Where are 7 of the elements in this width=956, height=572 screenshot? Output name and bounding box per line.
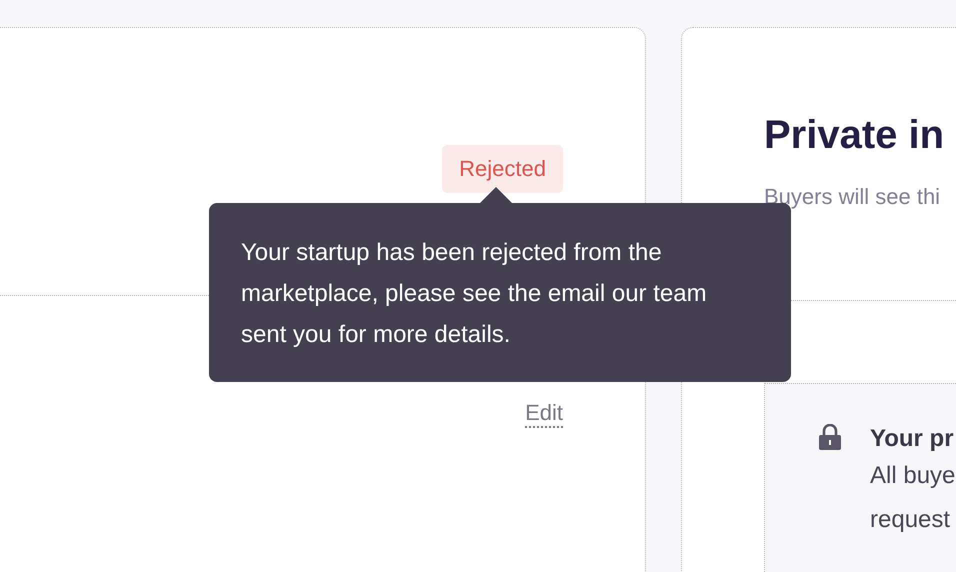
notice-text: All buye request: [870, 461, 956, 535]
lock-icon: [819, 424, 841, 450]
section-title: Private in: [764, 112, 946, 159]
edit-link[interactable]: Edit: [525, 400, 563, 428]
tooltip: Your startup has been rejected from the marketplace, please see the email our team sent you for more details.: [209, 203, 791, 382]
status-badge: Rejected: [442, 145, 563, 193]
notice-title: Your pr: [870, 424, 955, 454]
